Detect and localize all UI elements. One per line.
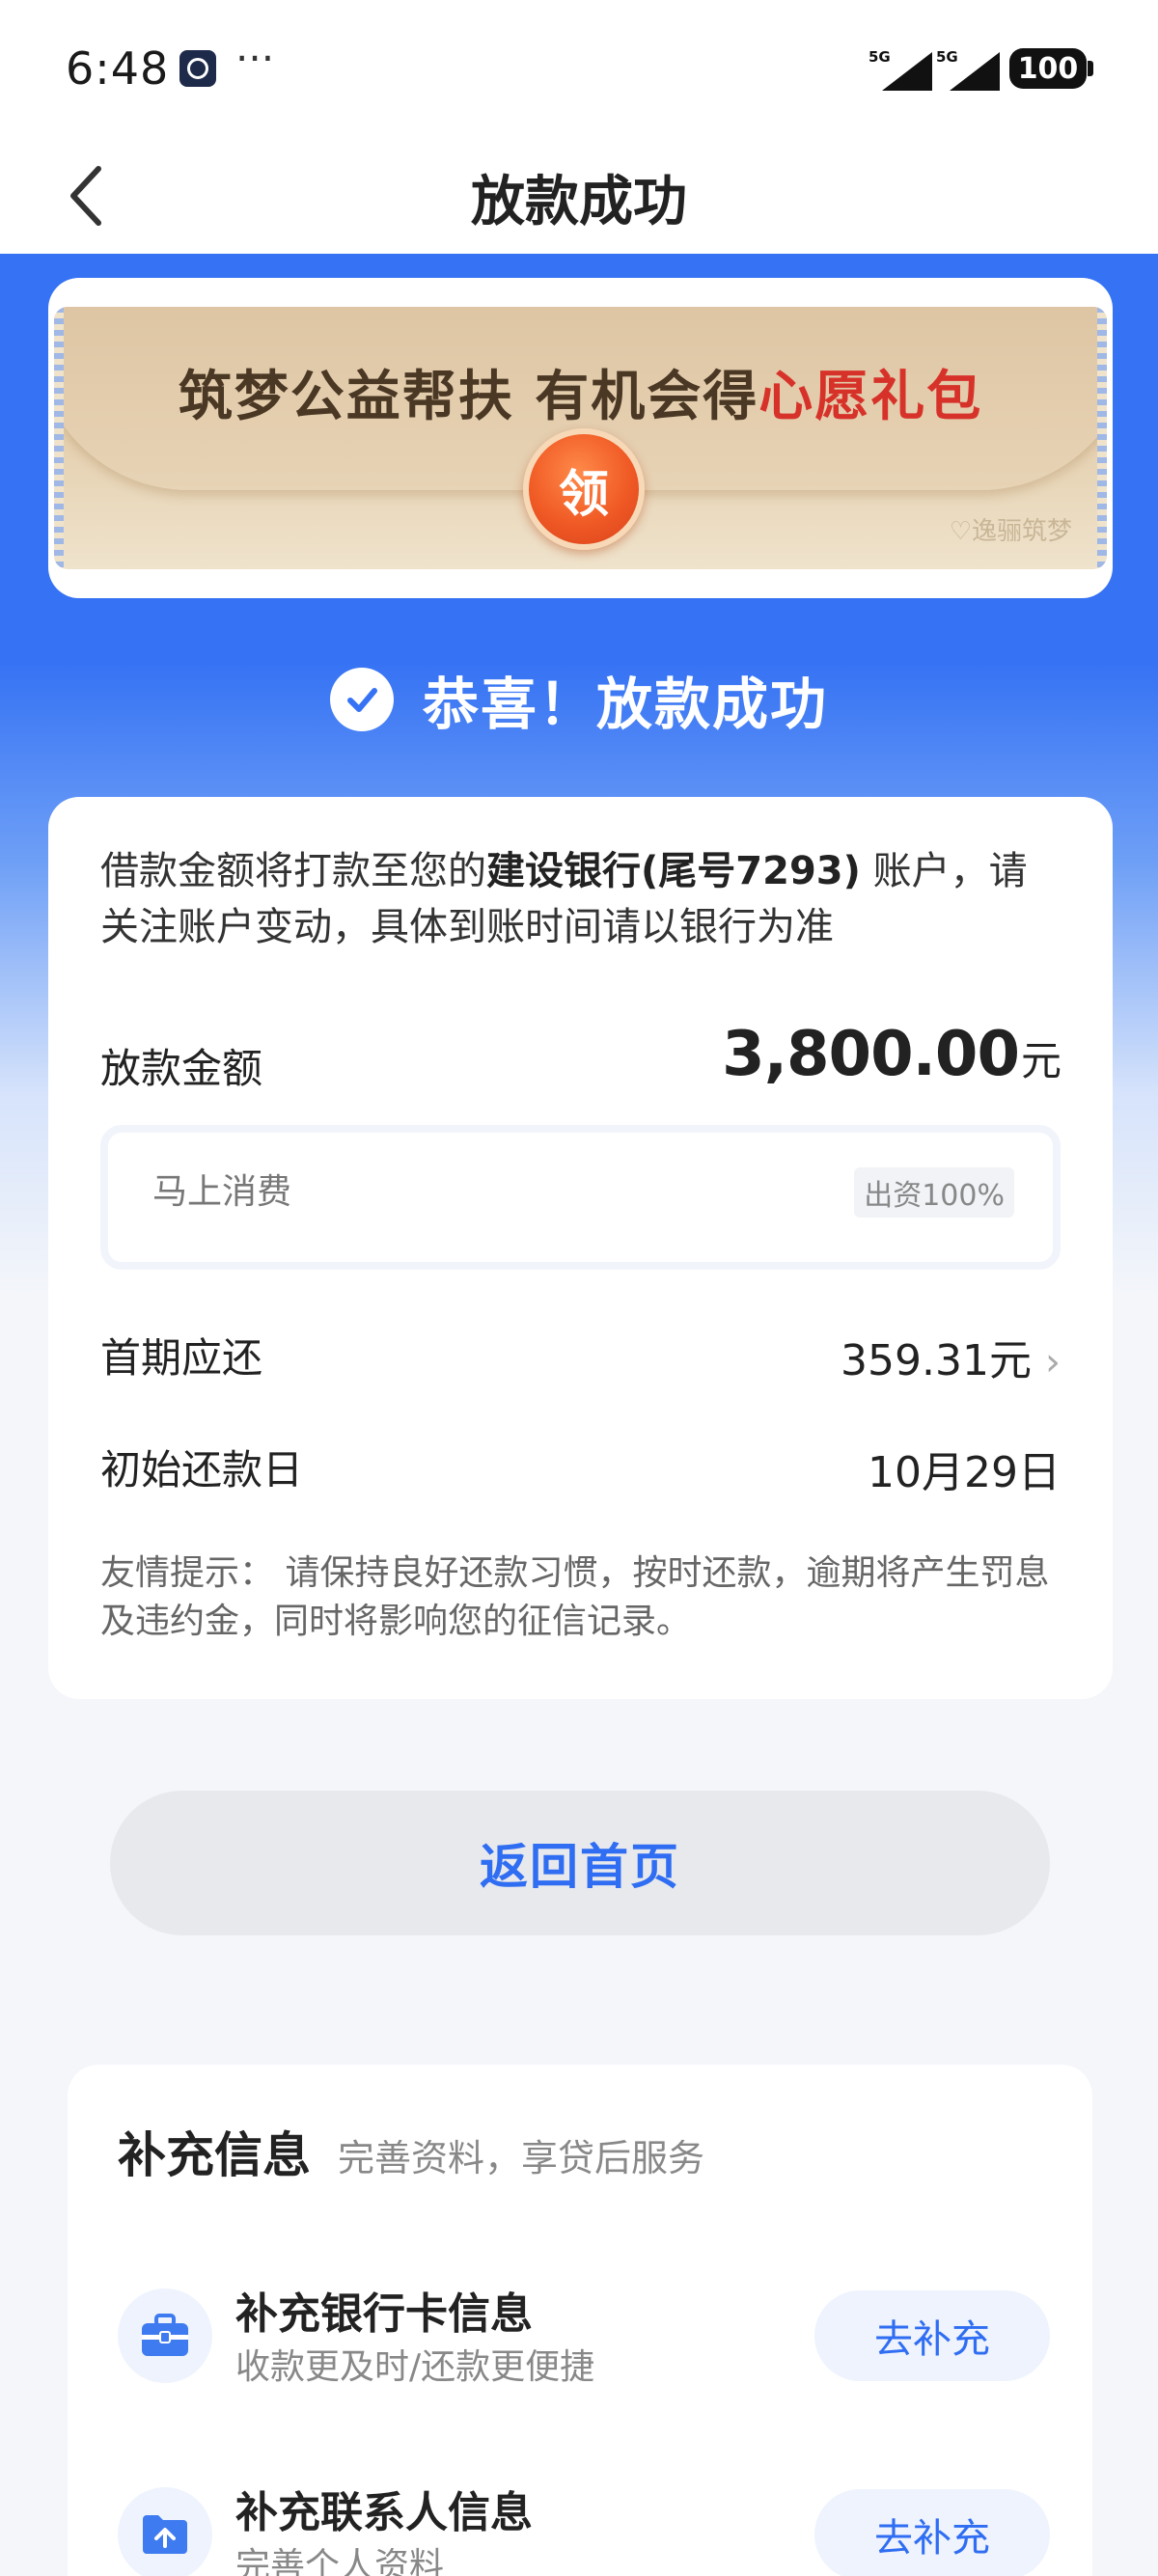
upload-folder-icon [118,2487,212,2576]
envelope-edge-left [54,307,64,569]
first-payment-value: 359.31元 [841,1336,1032,1385]
envelope-edge-right [1097,307,1107,569]
nav-bar: 放款成功 [0,140,1158,254]
signal-icon-2 [950,52,1000,91]
status-time: 6:48 [66,42,170,95]
banner-text: 筑梦公益帮扶 有机会得心愿礼包 [54,353,1107,431]
back-arrow-icon[interactable] [60,157,137,234]
check-circle-icon [329,668,394,731]
status-bar: 6:48 ··· 5G 5G 100 [0,0,1158,140]
item-title: 补充联系人信息 [235,2488,533,2537]
start-date-label: 初始还款日 [100,1446,304,1494]
first-payment-label: 首期应还 [100,1334,263,1382]
loan-info-card: 借款金额将打款至您的建设银行(尾号7293) 账户，请关注账户变动，具体到账时间… [48,797,1113,1699]
amount-number: 3,800.00 [722,1019,1020,1090]
start-date-value: 10月29日 [868,1448,1061,1497]
amount-value: 3,800.00元 [722,1019,1062,1090]
supplement-card: 补充信息 完善资料，享贷后服务 补充银行卡信息 收款更及时/还款更便捷 去补充 … [68,2065,1092,2576]
signal-icon-1 [882,52,932,91]
desc-prefix: 借款金额将打款至您的 [100,849,486,893]
supplement-contact-button[interactable]: 去补充 [814,2489,1050,2576]
more-notifications-icon: ··· [235,35,275,82]
item-title: 补充银行卡信息 [235,2289,533,2339]
supplement-item-contact[interactable]: 补充联系人信息 完善个人资料 去补充 [68,2464,1092,2576]
funder-box: 马上消费 出资100% [100,1125,1061,1270]
supplement-item-bank-card[interactable]: 补充银行卡信息 收款更及时/还款更便捷 去补充 [68,2265,1092,2410]
supplement-bank-card-button[interactable]: 去补充 [814,2290,1050,2381]
page-title: 放款成功 [471,170,687,233]
funder-tag: 出资100% [854,1167,1014,1218]
battery-tip [1088,61,1093,76]
supplement-title: 补充信息 [118,2127,311,2183]
funder-name: 马上消费 [152,1172,292,1212]
success-text: 恭喜！放款成功 [422,671,828,737]
item-subtitle: 收款更及时/还款更便捷 [235,2347,595,2387]
banner-watermark: ♡逸骊筑梦 [949,517,1072,546]
success-message: 恭喜！放款成功 [0,656,1158,743]
battery-icon: 100 [1009,48,1087,89]
return-home-button[interactable]: 返回首页 [110,1791,1050,1935]
banner-text-highlight: 心愿礼包 [758,365,983,428]
first-payment-row[interactable]: 359.31元 › [841,1326,1061,1387]
banner-text-main: 筑梦公益帮扶 有机会得 [178,365,759,428]
friendly-tip: 友情提示： 请保持良好还款习惯，按时还款，逾期将产生罚息及违约金，同时将影响您的… [100,1553,1050,1641]
amount-label: 放款金额 [100,1045,263,1092]
item-subtitle: 完善个人资料 [235,2546,445,2576]
disbursement-description: 借款金额将打款至您的建设银行(尾号7293) 账户，请关注账户变动，具体到账时间… [100,843,1065,955]
supplement-subtitle: 完善资料，享贷后服务 [338,2137,705,2179]
promo-banner[interactable]: 筑梦公益帮扶 有机会得心愿礼包 领 ♡逸骊筑梦 [54,307,1107,569]
amount-unit: 元 [1020,1037,1062,1084]
promo-banner-card[interactable]: 筑梦公益帮扶 有机会得心愿礼包 领 ♡逸骊筑梦 [48,278,1113,598]
app-notification-icon [179,50,216,87]
bank-account: 建设银行(尾号7293) [486,849,861,893]
briefcase-icon [118,2288,212,2383]
chevron-right-icon: › [1045,1340,1061,1384]
claim-button[interactable]: 领 [523,428,645,550]
